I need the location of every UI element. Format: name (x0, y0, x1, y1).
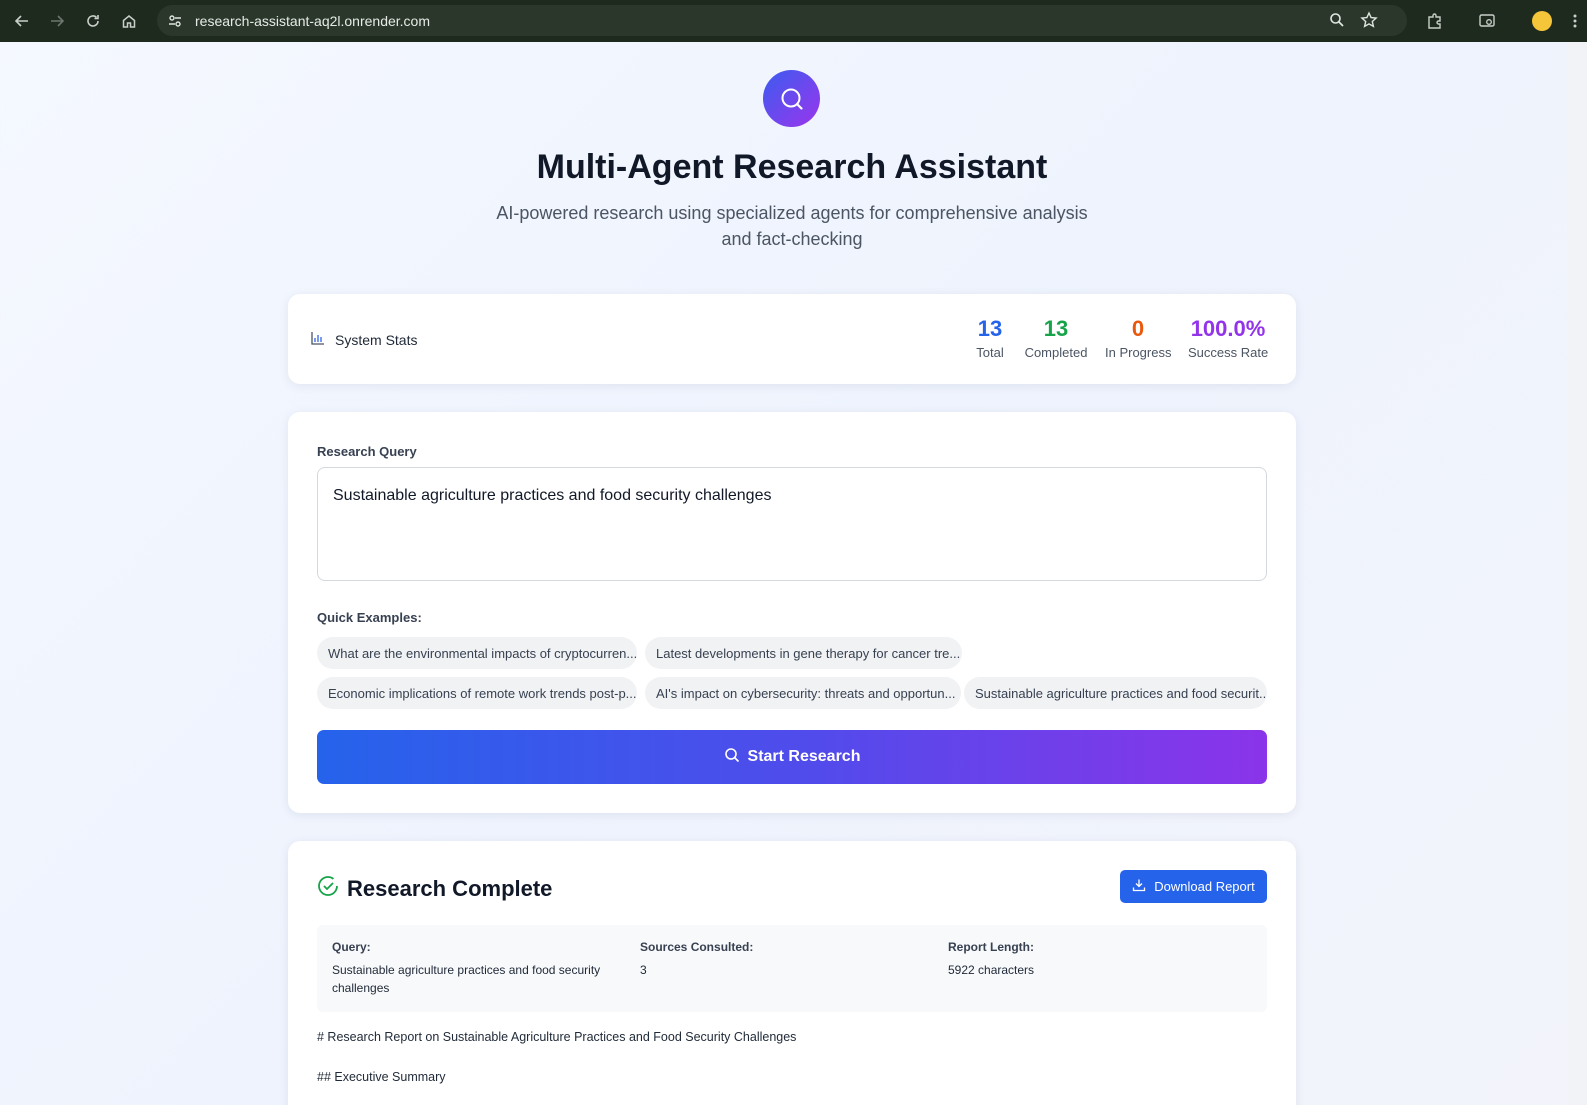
url-text[interactable]: research-assistant-aq2l.onrender.com (195, 13, 430, 29)
download-icon (1132, 878, 1146, 895)
stat-completed-value: 13 (1043, 316, 1069, 341)
back-icon[interactable] (4, 3, 40, 39)
meta-length-key: Report Length: (948, 940, 1034, 954)
system-stats-card: System Stats 13 Total 13 Completed 0 In … (288, 294, 1296, 384)
profile-avatar[interactable] (1532, 0, 1552, 42)
example-chip[interactable]: Sustainable agriculture practices and fo… (964, 677, 1267, 709)
extensions-icon[interactable] (1426, 0, 1444, 42)
search-icon (763, 70, 820, 127)
start-research-button[interactable]: Start Research (317, 730, 1267, 784)
page-title: Multi-Agent Research Assistant (536, 148, 1048, 186)
forward-icon[interactable] (39, 3, 75, 39)
example-chip[interactable]: AI's impact on cybersecurity: threats an… (645, 677, 961, 709)
browser-toolbar: research-assistant-aq2l.onrender.com (0, 0, 1587, 42)
check-circle-icon (317, 875, 339, 903)
quick-examples-label: Quick Examples: (317, 610, 422, 625)
page-scrollbar[interactable] (1568, 42, 1587, 1105)
download-report-label: Download Report (1154, 879, 1255, 894)
address-bar[interactable]: research-assistant-aq2l.onrender.com (157, 5, 1407, 36)
stat-in-progress-value: 0 (1131, 316, 1145, 341)
meta-query-value: Sustainable agriculture practices and fo… (332, 963, 601, 995)
system-stats-heading: System Stats (310, 330, 417, 349)
system-stats-label: System Stats (335, 331, 418, 348)
example-chip[interactable]: Latest developments in gene therapy for … (645, 637, 962, 669)
home-icon[interactable] (111, 3, 147, 39)
result-title: Research Complete (347, 876, 553, 901)
bookmark-star-icon[interactable] (1360, 11, 1378, 34)
meta-sources-value: 3 (640, 963, 647, 977)
result-meta-box: Query: Sustainable agriculture practices… (317, 925, 1267, 1012)
research-result-card: Research Complete Download Report Query:… (288, 841, 1296, 1105)
meta-length: Report Length: 5922 characters (948, 940, 1238, 979)
site-settings-icon[interactable] (167, 13, 183, 29)
research-query-input[interactable]: Sustainable agriculture practices and fo… (317, 467, 1267, 581)
bar-chart-icon (310, 330, 326, 349)
stat-in-progress-label: In Progress (1105, 345, 1172, 360)
stat-success-rate-value: 100.0% (1190, 316, 1266, 341)
reload-icon[interactable] (75, 3, 111, 39)
start-research-label: Start Research (747, 748, 861, 765)
report-heading-line: # Research Report on Sustainable Agricul… (317, 1030, 797, 1044)
stat-success-rate: 100.0% Success Rate (1188, 316, 1268, 360)
stat-in-progress: 0 In Progress (1105, 316, 1171, 360)
research-query-label: Research Query (317, 444, 417, 459)
stat-total-label: Total (976, 345, 1004, 360)
result-heading: Research Complete (317, 875, 552, 903)
meta-sources-key: Sources Consulted: (640, 940, 754, 954)
meta-query-key: Query: (332, 940, 371, 954)
download-report-button[interactable]: Download Report (1120, 870, 1267, 903)
stat-success-rate-label: Success Rate (1188, 345, 1269, 360)
menu-dots-icon[interactable] (1572, 0, 1578, 42)
research-query-card: Research Query Sustainable agriculture p… (288, 412, 1296, 813)
stat-completed: 13 Completed (1021, 316, 1091, 360)
stat-total: 13 Total (970, 316, 1010, 360)
tab-search-icon[interactable] (1478, 0, 1496, 42)
example-chip[interactable]: Economic implications of remote work tre… (317, 677, 637, 709)
example-chip[interactable]: What are the environmental impacts of cr… (317, 637, 637, 669)
zoom-icon[interactable] (1329, 12, 1345, 33)
meta-length-value: 5922 characters (948, 963, 1035, 977)
search-icon (724, 747, 740, 768)
meta-query: Query: Sustainable agriculture practices… (332, 940, 622, 997)
stat-total-value: 13 (977, 316, 1003, 341)
report-subheading-line: ## Executive Summary (317, 1070, 446, 1084)
meta-sources: Sources Consulted: 3 (640, 940, 930, 979)
stat-completed-label: Completed (1024, 345, 1088, 360)
page-subtitle: AI-powered research using specialized ag… (496, 203, 1088, 249)
